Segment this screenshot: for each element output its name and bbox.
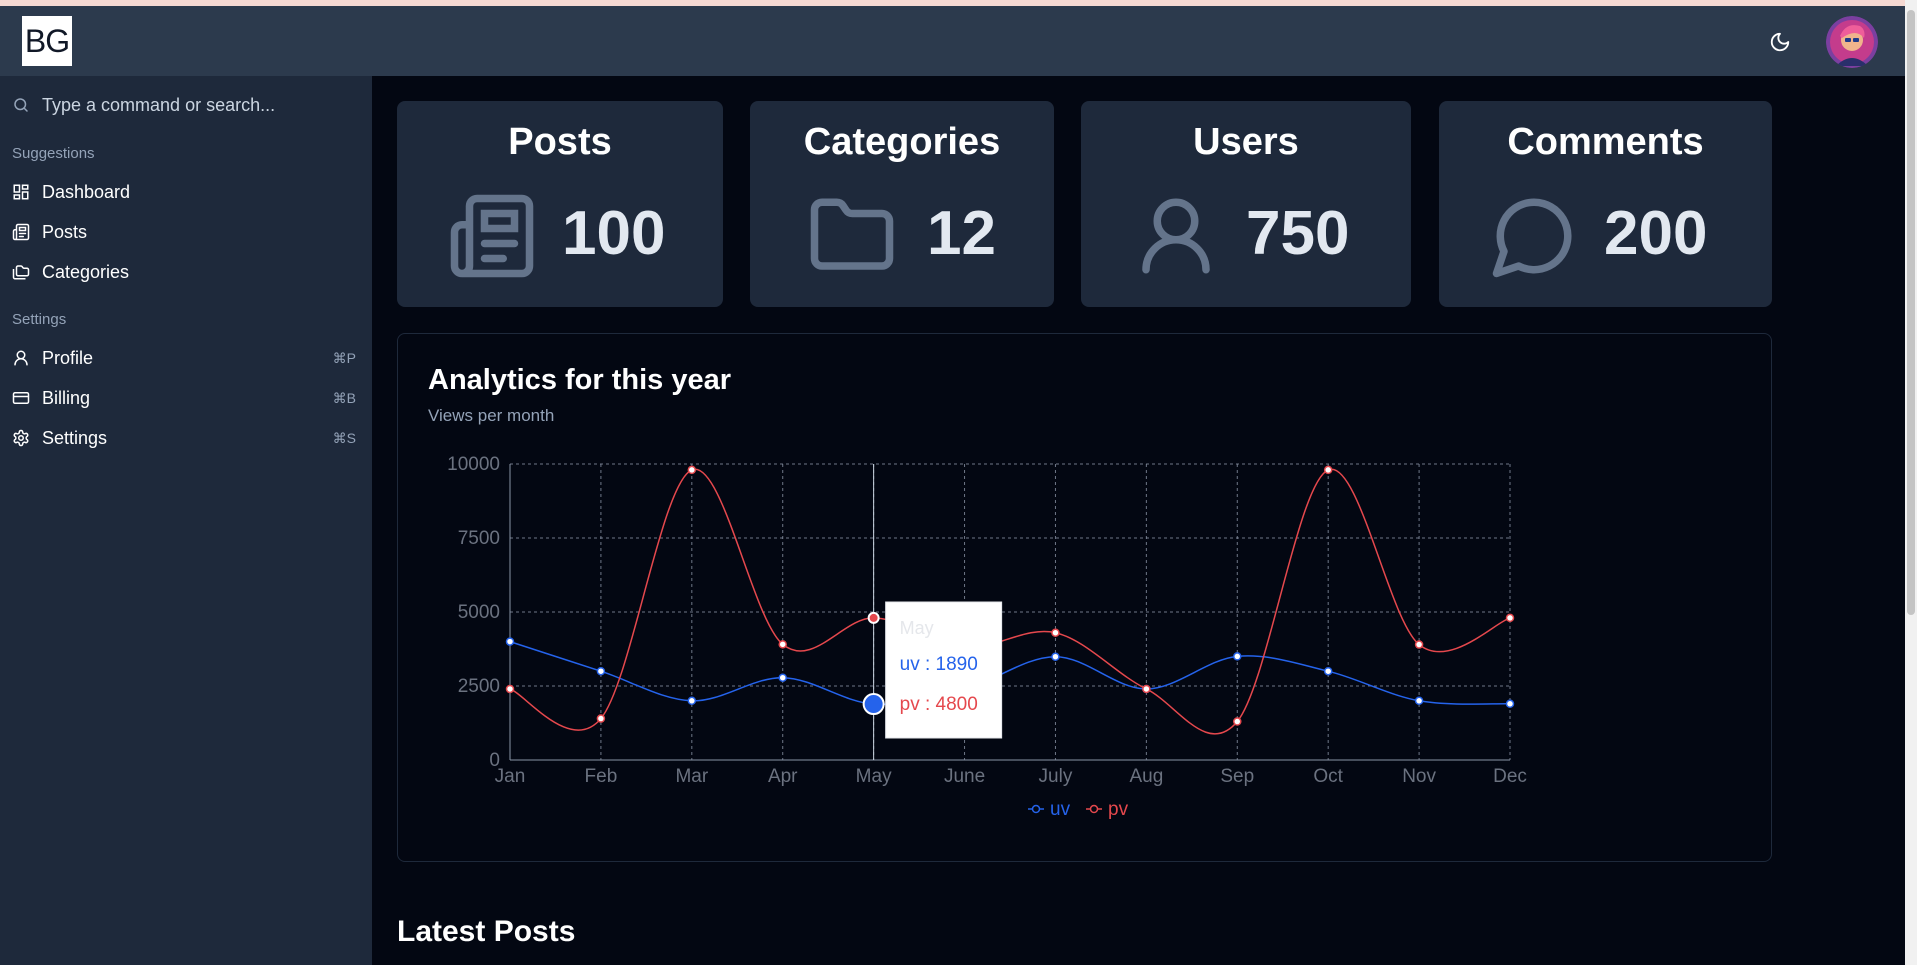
sidebar-item-posts[interactable]: Posts: [12, 216, 356, 248]
sidebar-item-label: Categories: [42, 261, 130, 282]
tooltip-label: May: [900, 618, 934, 638]
data-point-pv: [867, 611, 880, 624]
x-tick-label: June: [944, 766, 985, 787]
sidebar-item-categories[interactable]: Categories: [12, 256, 356, 288]
newspaper-icon: [12, 223, 30, 241]
group-label-settings: Settings: [12, 311, 67, 328]
data-point-pv: [1142, 684, 1151, 694]
stat-card-posts: Posts 100: [397, 101, 723, 307]
legend-label-pv: pv: [1108, 799, 1129, 820]
data-point-pv: [778, 640, 787, 649]
analytics-card: Analytics for this year Views per month …: [397, 333, 1772, 862]
legend-label-uv: uv: [1050, 799, 1071, 820]
y-tick-label: 2500: [458, 676, 500, 697]
sidebar-item-billing[interactable]: Billing ⌘B: [12, 382, 356, 414]
x-tick-label: Aug: [1129, 766, 1163, 787]
data-point-pv: [1414, 640, 1424, 649]
search-input[interactable]: [42, 94, 352, 116]
credit-card-icon: [12, 392, 30, 404]
search-icon: [14, 98, 28, 112]
page-scrollbar[interactable]: [1905, 0, 1917, 965]
data-point-uv: [505, 637, 515, 646]
series-line-uv: [509, 640, 1511, 706]
data-point-uv: [1233, 652, 1242, 661]
tooltip-value-pv: pv : 4800: [900, 694, 978, 715]
x-tick-label: Dec: [1493, 766, 1527, 787]
folder-icon: [810, 198, 894, 270]
data-point-uv: [862, 693, 885, 716]
y-tick-label: 7500: [458, 528, 500, 549]
data-point-pv: [687, 465, 697, 475]
newspaper-icon: [450, 194, 534, 278]
dashboard-icon: [13, 184, 29, 200]
user-avatar[interactable]: [1826, 16, 1878, 68]
gear-icon: [13, 429, 29, 447]
command-search[interactable]: [12, 90, 362, 120]
sidebar-item-label: Dashboard: [42, 181, 131, 202]
x-tick-label: May: [856, 766, 892, 787]
x-tick-label: Oct: [1313, 766, 1343, 787]
data-point-uv: [596, 666, 606, 676]
legend-marker-pv: [1089, 804, 1099, 814]
data-point-uv: [687, 696, 697, 706]
stat-title: Categories: [803, 121, 1001, 163]
scrollbar-thumb[interactable]: [1907, 10, 1915, 615]
stat-value: 100: [562, 199, 666, 268]
sidebar-item-label: Posts: [42, 221, 88, 242]
stat-value: 12: [927, 199, 996, 268]
sidebar-item-settings[interactable]: Settings ⌘S: [12, 422, 356, 454]
sidebar-item-label: Billing: [42, 387, 91, 408]
sidebar-item-label: Settings: [42, 427, 108, 448]
legend-marker-uv: [1031, 804, 1041, 814]
x-tick-label: Mar: [675, 766, 708, 787]
data-point-pv: [596, 714, 606, 723]
stat-card-categories: Categories 12: [750, 101, 1054, 307]
moon-icon[interactable]: [1766, 28, 1794, 56]
x-tick-label: Nov: [1402, 766, 1436, 787]
data-point-pv: [1505, 613, 1515, 623]
tooltip-value-uv: uv : 1890: [900, 654, 978, 675]
stat-value: 200: [1604, 199, 1708, 268]
stat-value: 750: [1246, 199, 1350, 268]
data-point-uv: [1505, 699, 1515, 709]
shortcut-hint: ⌘P: [332, 349, 356, 366]
user-icon: [1142, 198, 1210, 274]
data-point-pv: [1051, 628, 1060, 637]
sidebar-item-dashboard[interactable]: Dashboard: [12, 176, 356, 208]
latest-posts-title: Latest Posts: [397, 915, 576, 948]
data-point-pv: [1233, 717, 1242, 726]
shortcut-hint: ⌘S: [332, 429, 356, 446]
user-icon: [14, 350, 28, 366]
data-point-uv: [1051, 652, 1060, 661]
logo[interactable]: BG: [22, 16, 72, 66]
x-tick-label: Sep: [1220, 766, 1254, 787]
stat-card-users: Users 750: [1081, 101, 1411, 307]
sidebar-item-profile[interactable]: Profile ⌘P: [12, 342, 356, 374]
x-tick-label: July: [1039, 766, 1073, 787]
folders-icon: [12, 265, 30, 280]
shortcut-hint: ⌘B: [332, 389, 356, 406]
top-navbar: BG: [0, 6, 1905, 76]
data-point-pv: [505, 684, 515, 694]
x-tick-label: Feb: [585, 766, 618, 787]
x-tick-label: Apr: [768, 766, 798, 787]
sidebar-item-label: Profile: [42, 347, 94, 368]
message-circle-icon: [1492, 198, 1572, 278]
line-chart[interactable]: 025005000750010000Jan Feb Mar Apr May June Jul…: [398, 334, 1773, 863]
data-point-uv: [1323, 666, 1333, 676]
data-point-pv: [1323, 465, 1333, 475]
data-point-uv: [1414, 696, 1424, 706]
stat-title: Posts: [508, 121, 612, 163]
y-tick-label: 5000: [458, 602, 500, 623]
stat-card-comments: Comments 200: [1439, 101, 1772, 307]
data-point-uv: [778, 673, 787, 682]
group-label-suggestions: Suggestions: [12, 145, 95, 162]
x-tick-label: Jan: [495, 766, 526, 787]
sidebar: Suggestions Dashboard Posts Categories S…: [0, 76, 372, 965]
stat-title: Comments: [1507, 121, 1704, 163]
y-tick-label: 10000: [447, 454, 500, 475]
stat-title: Users: [1193, 121, 1299, 163]
